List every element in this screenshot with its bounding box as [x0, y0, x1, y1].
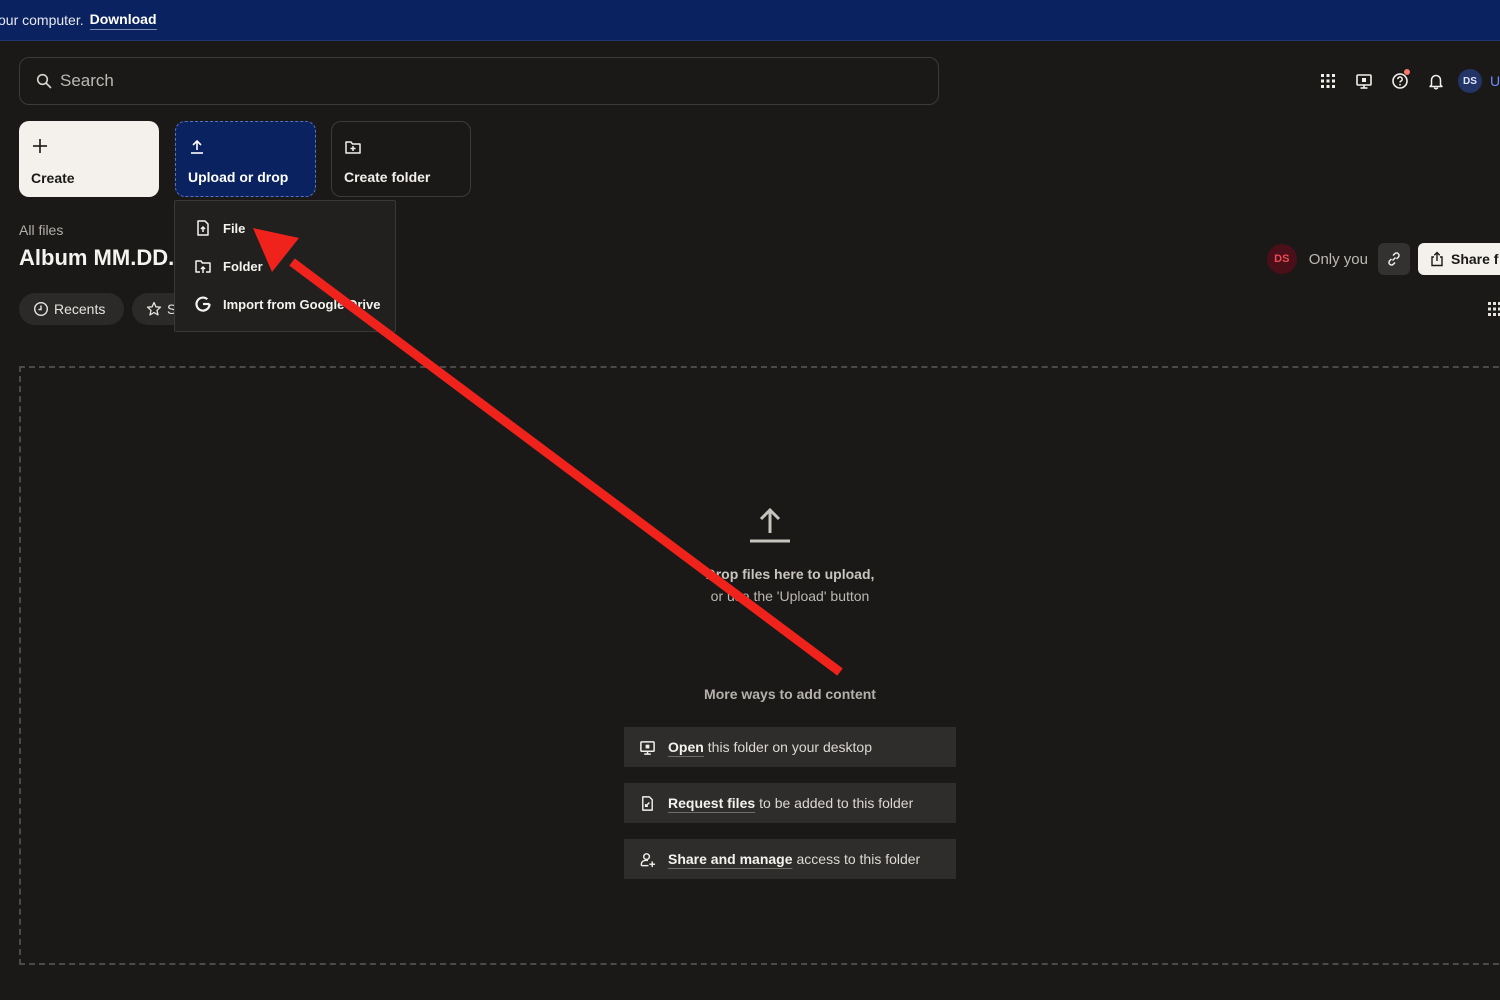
- share-button[interactable]: Share f: [1418, 243, 1500, 275]
- create-folder-label: Create folder: [344, 169, 431, 185]
- create-button[interactable]: Create: [19, 121, 159, 197]
- recents-label: Recents: [54, 301, 106, 317]
- way-text: to be added to this folder: [759, 795, 914, 811]
- grid-view-icon[interactable]: [1488, 301, 1500, 317]
- plus-icon: [33, 139, 47, 153]
- apps-grid-icon: [1321, 74, 1335, 88]
- menu-item-label: File: [223, 220, 246, 236]
- desktop-app-banner: our computer. Download: [0, 0, 1500, 41]
- create-label: Create: [31, 170, 75, 186]
- user-avatar[interactable]: DS: [1458, 69, 1482, 93]
- file-request-icon: [642, 795, 653, 811]
- clock-icon: [33, 301, 49, 317]
- drop-instructions-line2: or use the 'Upload' button: [710, 588, 870, 604]
- share-icon: [1431, 251, 1443, 267]
- upload-arrow-icon: [750, 507, 790, 543]
- upload-icon: [191, 139, 203, 154]
- share-label: Share f: [1451, 251, 1499, 267]
- desktop-icon: [640, 740, 655, 755]
- help-button[interactable]: [1382, 64, 1418, 98]
- menu-item-label: Import from Google Drive: [223, 296, 381, 312]
- drop-instructions-line1: Drop files here to upload,: [705, 566, 875, 582]
- menu-item-label: Folder: [223, 258, 263, 274]
- person-add-icon: [640, 852, 656, 867]
- banner-message: our computer.: [0, 12, 84, 28]
- menu-item-folder[interactable]: Folder: [175, 247, 395, 285]
- upload-menu: File Folder Import from Google Drive: [174, 200, 396, 332]
- star-icon: [146, 301, 162, 316]
- sharing-controls: DS Only you Share f: [1266, 242, 1500, 276]
- way-bold-text: Open: [668, 739, 704, 755]
- top-toolbar: DS U: [1310, 64, 1500, 98]
- way-text: access to this folder: [796, 851, 921, 867]
- apps-grid-button[interactable]: [1310, 64, 1346, 98]
- download-link[interactable]: Download: [89, 11, 157, 30]
- copy-link-button[interactable]: [1378, 243, 1410, 275]
- search-bar[interactable]: [19, 57, 939, 105]
- folder-plus-icon: [345, 141, 361, 154]
- more-ways-heading: More ways to add content: [704, 686, 876, 702]
- file-upload-icon: [197, 220, 209, 236]
- create-folder-button[interactable]: Create folder: [331, 121, 471, 197]
- way-bold-text: Request files: [668, 795, 756, 811]
- desktop-app-button[interactable]: [1346, 64, 1382, 98]
- desktop-app-icon: [1356, 74, 1372, 89]
- recents-chip[interactable]: Recents: [19, 293, 124, 325]
- google-icon: [195, 296, 211, 312]
- folder-upload-icon: [195, 260, 211, 273]
- way-text: this folder on your desktop: [707, 739, 872, 755]
- owner-avatar[interactable]: DS: [1266, 244, 1297, 274]
- request-files-button[interactable]: Request files to be added to this folder: [624, 783, 956, 823]
- visibility-label: Only you: [1308, 250, 1368, 268]
- notifications-button[interactable]: [1418, 64, 1454, 98]
- open-on-desktop-button[interactable]: Open this folder on your desktop: [624, 727, 956, 767]
- notification-dot: [1404, 69, 1410, 75]
- search-input[interactable]: [60, 71, 910, 91]
- breadcrumb[interactable]: All files: [19, 222, 63, 238]
- upgrade-button-partial[interactable]: U: [1490, 69, 1500, 93]
- bell-icon: [1429, 74, 1443, 90]
- folder-title: Album MM.DD.: [19, 245, 175, 270]
- menu-item-file[interactable]: File: [175, 209, 395, 247]
- upload-label: Upload or drop: [188, 169, 289, 185]
- drop-instructions: Drop files here to upload, or use the 'U…: [624, 563, 956, 607]
- link-icon: [1388, 252, 1400, 266]
- upload-button[interactable]: Upload or drop: [175, 121, 316, 197]
- share-and-manage-button[interactable]: Share and manage access to this folder: [624, 839, 956, 879]
- menu-item-google-drive[interactable]: Import from Google Drive: [175, 285, 395, 323]
- way-bold-text: Share and manage: [668, 851, 793, 867]
- search-icon: [36, 73, 52, 89]
